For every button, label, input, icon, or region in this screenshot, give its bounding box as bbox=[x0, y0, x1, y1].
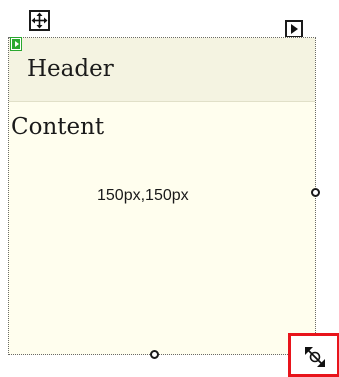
panel-header-text: Header bbox=[27, 56, 114, 82]
chevron-right-icon bbox=[291, 24, 298, 34]
panel-container[interactable]: Header Content 150px,150px bbox=[8, 37, 316, 355]
diagonal-resize-icon bbox=[305, 347, 325, 367]
four-way-arrow-icon bbox=[31, 12, 48, 29]
bottom-resize-grip[interactable] bbox=[150, 350, 159, 359]
panel-content-text: Content bbox=[11, 114, 105, 140]
size-readout: 150px,150px bbox=[97, 187, 189, 204]
resize-corner-handle[interactable] bbox=[288, 333, 339, 377]
move-handle-icon[interactable] bbox=[29, 10, 50, 31]
right-resize-grip[interactable] bbox=[311, 188, 320, 197]
panel-header[interactable]: Header bbox=[9, 38, 315, 102]
smart-tag-chevron-button[interactable] bbox=[285, 20, 303, 38]
green-play-marker-icon bbox=[10, 37, 22, 51]
